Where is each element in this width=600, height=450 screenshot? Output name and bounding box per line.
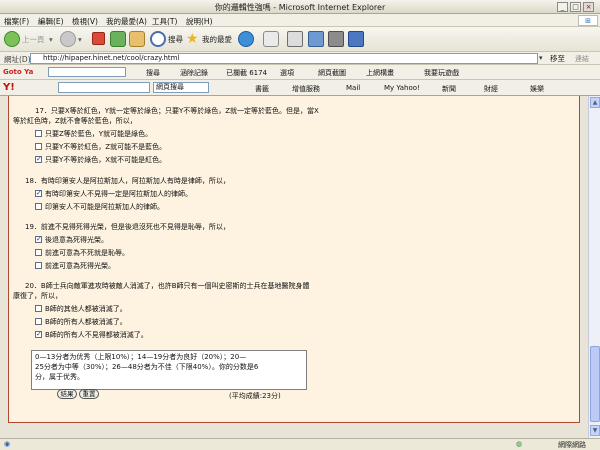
go-button[interactable]: 移至 (550, 53, 565, 64)
yahoo-myyahoo-button[interactable]: My Yahoo! (384, 84, 420, 92)
goto-toolbar: Goto Ya 搜尋 涵除記錄 已攔截 6174 選項 網頁截圖 上網構畫 我要… (0, 65, 600, 80)
back-button-label[interactable]: 上一頁 (22, 30, 45, 49)
goto-blocked-counter[interactable]: 已攔截 6174 (226, 68, 267, 78)
standard-toolbar: 上一頁 ▾ ▾ 搜尋 ★ 我的最愛 (0, 27, 600, 52)
result-line-2: 25分者为中等（30%）；26—48分者为不佳（下限40%）。你的分数是6 (35, 363, 259, 371)
question-17-text-line2: 等於紅色時，Z就不會等於藍色，所以， (13, 117, 137, 125)
menu-tools[interactable]: 工具(T) (152, 16, 177, 27)
forward-arrow-icon[interactable] (60, 31, 76, 47)
home-icon[interactable] (129, 31, 145, 47)
menu-help[interactable]: 說明(H) (186, 16, 213, 27)
scroll-down-arrow-icon[interactable]: ▼ (590, 425, 600, 436)
back-dropdown-icon[interactable]: ▾ (49, 30, 53, 49)
question-18-text: 18．有時印第安人是阿拉斯加人，阿拉斯加人有時是律師，所以， (25, 177, 230, 185)
yahoo-entertainment-button[interactable]: 娛樂 (530, 84, 544, 94)
menu-file[interactable]: 檔案(F) (4, 16, 29, 27)
stop-icon[interactable] (92, 32, 105, 45)
checkbox-checked[interactable] (35, 329, 42, 339)
question-19-text: 19．前進不見得死得光榮，但是後退沒死也不見得是恥辱，所以， (25, 223, 230, 231)
yahoo-finance-button[interactable]: 財經 (484, 84, 498, 94)
menu-bar: 檔案(F) 編輯(E) 檢視(V) 我的最愛(A) 工具(T) 說明(H) ⊞ (0, 14, 600, 27)
internet-zone-icon: ◍ (516, 440, 523, 448)
checkbox-checked[interactable] (35, 234, 42, 244)
average-score: (平均成績:23分) (229, 392, 281, 400)
status-bar: ◉ ◍ 網際網路 (0, 438, 600, 450)
refresh-icon[interactable] (110, 31, 126, 47)
favorites-star-icon[interactable]: ★ (186, 30, 199, 49)
security-zone-label: 網際網路 (558, 441, 586, 449)
yahoo-service-button[interactable]: 增值服務 (292, 84, 320, 94)
maximize-button[interactable]: □ (570, 2, 581, 12)
goto-online-button[interactable]: 上網構畫 (366, 68, 394, 78)
edit-icon[interactable] (308, 31, 324, 47)
yahoo-bookmarks-button[interactable]: 書籤 (255, 84, 269, 94)
title-bar: 你的邏輯性強嗎 - Microsoft Internet Explorer _ … (0, 0, 600, 14)
address-bar: 網址(D) http://hipaper.hinet.net/cool/craz… (0, 52, 600, 65)
goto-clear-button[interactable]: 涵除記錄 (180, 68, 208, 78)
checkbox[interactable] (35, 130, 42, 137)
address-label: 網址(D) (4, 55, 31, 64)
checkbox[interactable] (35, 203, 42, 210)
quiz-panel: 17．只要X等於紅色，Y就一定等於綠色；只要Y不等於綠色，Z就一定等於藍色。但是… (8, 96, 580, 423)
result-line-1: 0—13分者为优秀（上限10%）；14—19分者为良好（20%）；20— (35, 353, 247, 361)
yahoo-toolbar: Y! 網頁搜尋 書籤 增值服務 Mail My Yahoo! 新聞 財經 娛樂 (0, 80, 600, 96)
goto-search-input[interactable] (48, 67, 126, 77)
mail-icon[interactable] (263, 31, 279, 47)
goto-webshot-button[interactable]: 網頁截圖 (318, 68, 346, 78)
discuss-icon[interactable] (328, 31, 344, 47)
checkbox-checked[interactable] (35, 154, 42, 164)
page-content: 17．只要X等於紅色，Y就一定等於綠色；只要Y不等於綠色，Z就一定等於藍色。但是… (0, 96, 588, 438)
checkbox[interactable] (35, 143, 42, 150)
submit-button[interactable]: 結果 (57, 389, 77, 399)
links-button[interactable]: 連結 (575, 54, 589, 64)
goto-search-button[interactable]: 搜尋 (146, 68, 160, 78)
media-icon[interactable] (238, 31, 254, 47)
checkbox[interactable] (35, 249, 42, 256)
question-20-text-line1: 20．B師士兵向敵軍進攻時被敵人消滅了，也許B師只有一個叫史密斯的士兵在基地醫院… (25, 282, 310, 290)
result-textarea[interactable]: 0—13分者为优秀（上限10%）；14—19分者为良好（20%）；20— 25分… (31, 350, 307, 390)
menu-view[interactable]: 檢視(V) (72, 16, 98, 27)
checkbox[interactable] (35, 262, 42, 269)
question-17-text-line1: 17．只要X等於紅色，Y就一定等於綠色；只要Y不等於綠色，Z就一定等於藍色。但是… (35, 107, 319, 115)
menu-favorites[interactable]: 我的最愛(A) (106, 16, 147, 27)
minimize-button[interactable]: _ (557, 2, 568, 12)
yahoo-search-select[interactable]: 網頁搜尋 (153, 82, 209, 93)
goto-game-button[interactable]: 我要玩遊戲 (424, 68, 459, 78)
address-dropdown-icon[interactable]: ▾ (539, 54, 543, 62)
result-line-3: 分，属于优秀。 (35, 373, 84, 381)
vertical-scrollbar[interactable]: ▲ ▼ (588, 96, 600, 438)
question-20-text-line2: 康復了，所以， (13, 292, 62, 300)
address-input[interactable]: http://hipaper.hinet.net/cool/crazy.html (30, 53, 538, 64)
search-button-label[interactable]: 搜尋 (168, 30, 183, 49)
forward-dropdown-icon[interactable]: ▾ (78, 30, 82, 49)
close-button[interactable]: × (583, 2, 594, 12)
scroll-up-arrow-icon[interactable]: ▲ (590, 97, 600, 108)
scrollbar-thumb[interactable] (590, 346, 600, 422)
checkbox[interactable] (35, 318, 42, 325)
yahoo-news-button[interactable]: 新聞 (442, 84, 456, 94)
messenger-icon[interactable] (348, 31, 364, 47)
ie-page-icon: ◉ (4, 440, 11, 448)
yahoo-mail-button[interactable]: Mail (346, 84, 360, 92)
menu-edit[interactable]: 編輯(E) (38, 16, 64, 27)
checkbox[interactable] (35, 305, 42, 312)
print-icon[interactable] (287, 31, 303, 47)
reset-button[interactable]: 重置 (79, 389, 99, 399)
checkbox-checked[interactable] (35, 188, 42, 198)
window-title: 你的邏輯性強嗎 - Microsoft Internet Explorer (214, 3, 386, 12)
back-arrow-icon[interactable] (4, 31, 20, 47)
favorites-button-label[interactable]: 我的最愛 (202, 30, 232, 49)
goto-logo[interactable]: Goto Ya (3, 68, 33, 76)
yahoo-search-input[interactable] (58, 82, 150, 93)
goto-options-button[interactable]: 選項 (280, 68, 294, 78)
yahoo-logo[interactable]: Y! (3, 82, 15, 93)
search-icon[interactable] (150, 31, 166, 47)
windows-logo-icon: ⊞ (578, 15, 598, 26)
